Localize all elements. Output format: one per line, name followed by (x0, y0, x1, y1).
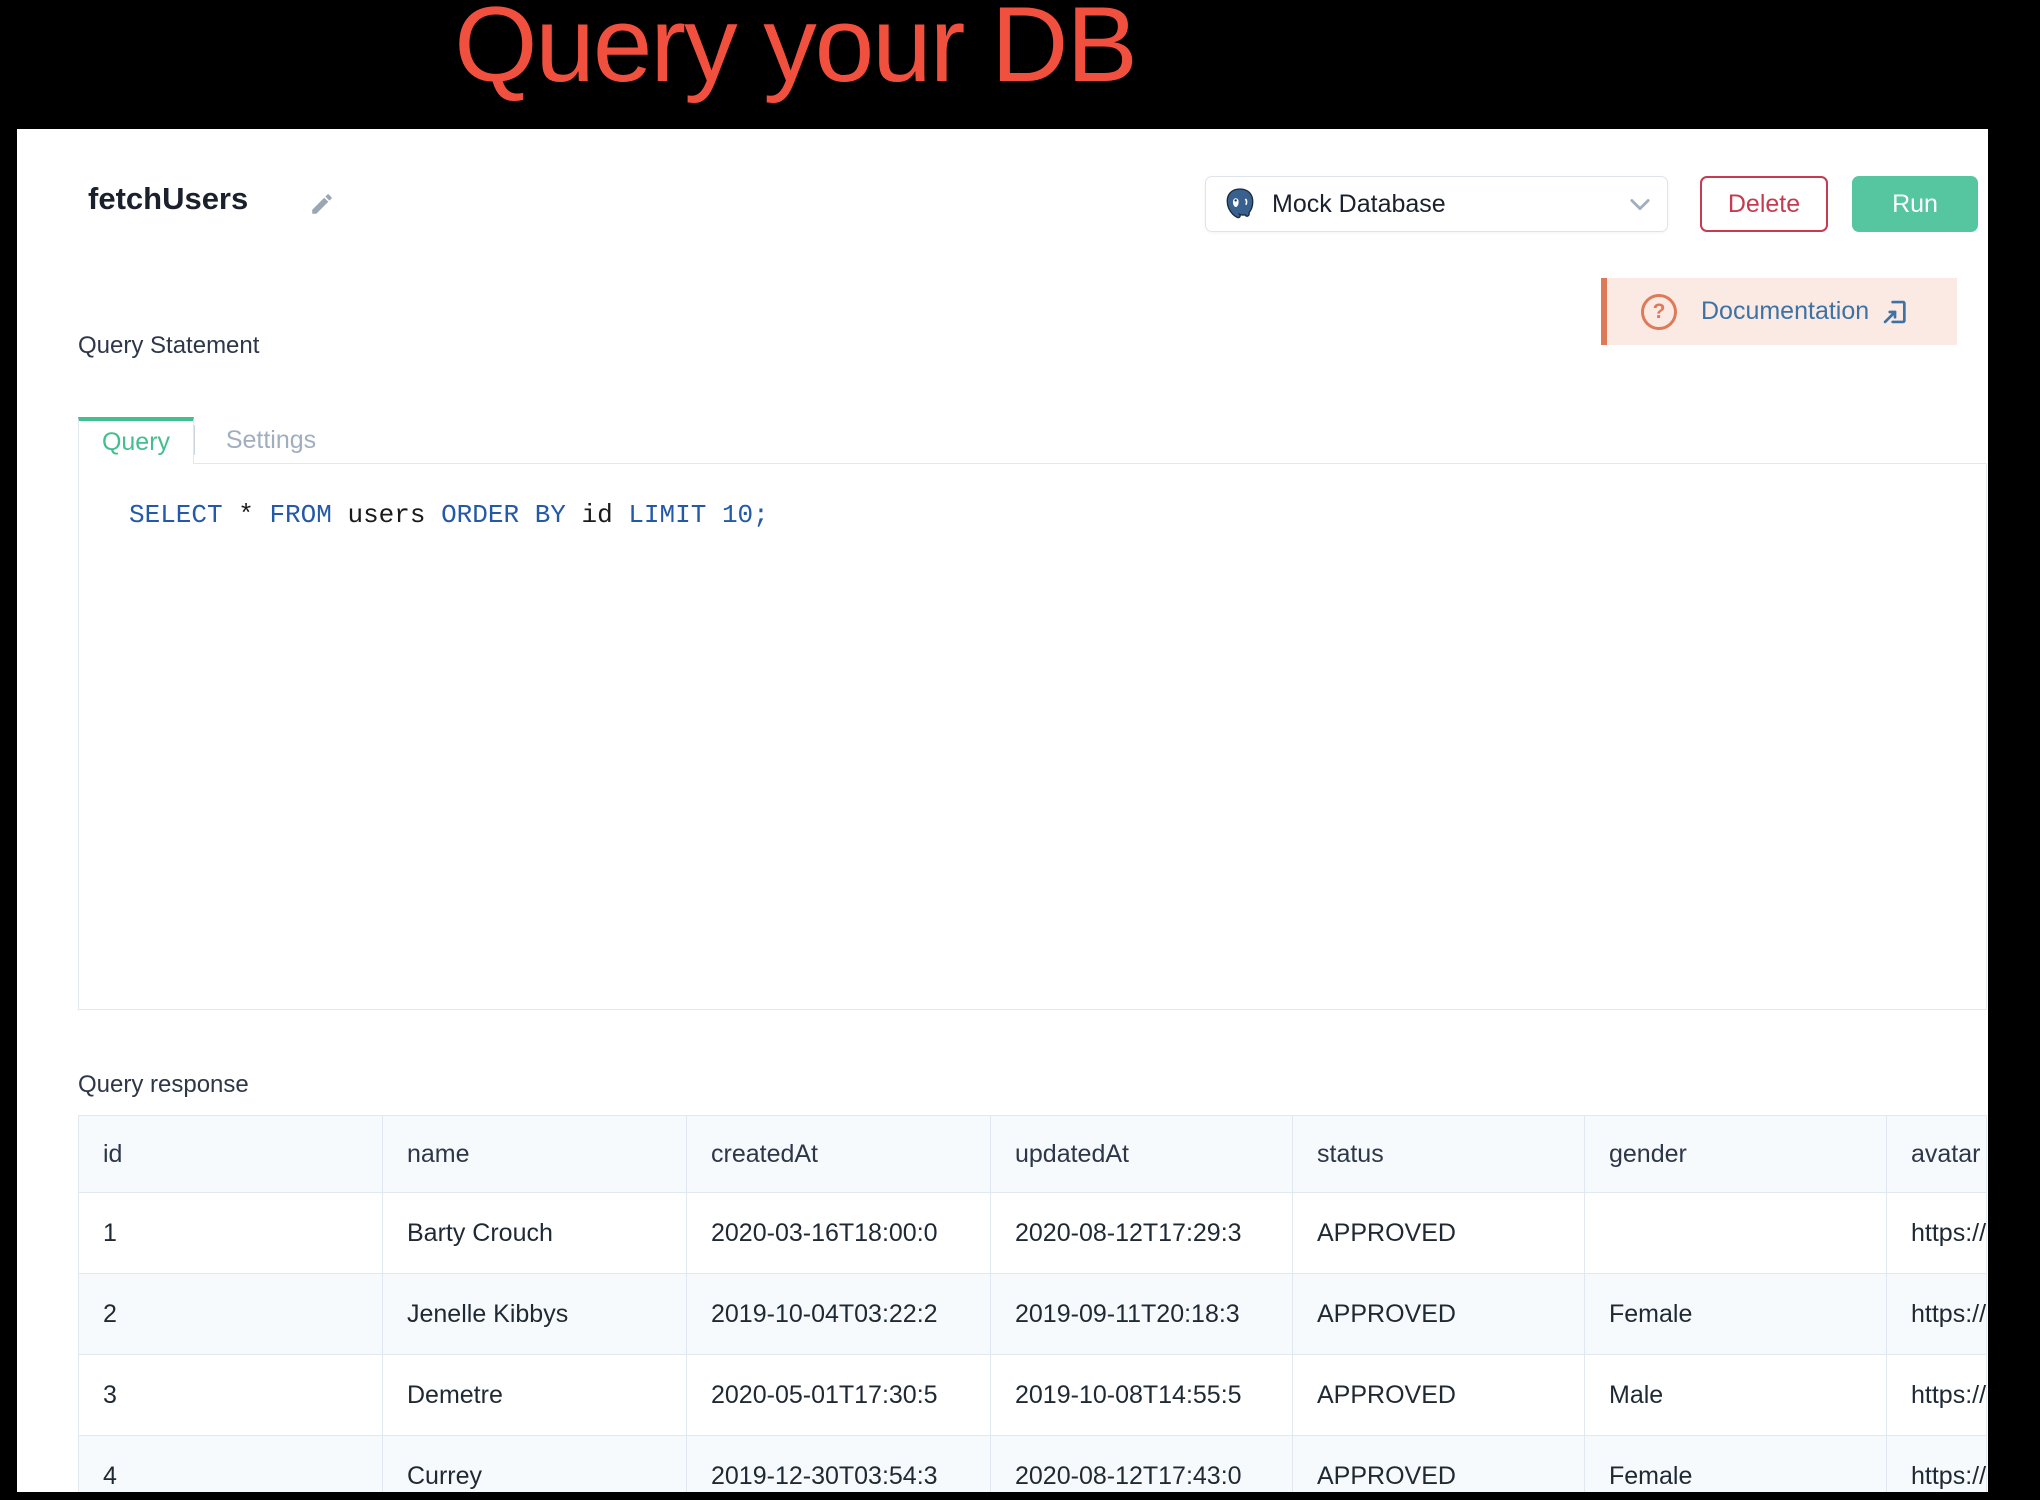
cell-updatedAt: 2020-08-12T17:29:3 (991, 1193, 1293, 1274)
datasource-selected-value: Mock Database (1272, 190, 1446, 219)
documentation-label: Documentation (1701, 297, 1869, 326)
cell-avatar: https:// (1887, 1355, 1987, 1436)
page-title: Query your DB (0, 0, 1590, 100)
query-name-title: fetchUsers (88, 181, 248, 217)
chevron-down-icon (1629, 197, 1651, 211)
cell-status: APPROVED (1293, 1274, 1585, 1355)
cell-name: Barty Crouch (383, 1193, 687, 1274)
cell-id: 2 (79, 1274, 383, 1355)
cell-gender (1585, 1193, 1887, 1274)
cell-name: Currey (383, 1436, 687, 1493)
cell-id: 3 (79, 1355, 383, 1436)
tab-settings-label: Settings (226, 426, 316, 455)
edit-query-name-icon[interactable] (309, 191, 335, 217)
tab-query-label: Query (102, 428, 170, 457)
column-header-createdAt: createdAt (687, 1116, 991, 1193)
table-row: 4Currey2019-12-30T03:54:32020-08-12T17:4… (79, 1436, 1987, 1493)
cell-updatedAt: 2019-10-08T14:55:5 (991, 1355, 1293, 1436)
column-header-id: id (79, 1116, 383, 1193)
table-row: 1Barty Crouch2020-03-16T18:00:02020-08-1… (79, 1193, 1987, 1274)
cell-gender: Male (1585, 1355, 1887, 1436)
cell-id: 1 (79, 1193, 383, 1274)
column-header-name: name (383, 1116, 687, 1193)
cell-status: APPROVED (1293, 1436, 1585, 1493)
cell-createdAt: 2019-12-30T03:54:3 (687, 1436, 991, 1493)
cell-status: APPROVED (1293, 1355, 1585, 1436)
run-button[interactable]: Run (1852, 176, 1978, 232)
cell-createdAt: 2019-10-04T03:22:2 (687, 1274, 991, 1355)
table-row: 2Jenelle Kibbys2019-10-04T03:22:22019-09… (79, 1274, 1987, 1355)
cell-updatedAt: 2020-08-12T17:43:0 (991, 1436, 1293, 1493)
query-response-label: Query response (78, 1071, 249, 1099)
column-header-avatar: avatar (1887, 1116, 1987, 1193)
table-header-row: idnamecreatedAtupdatedAtstatusgenderavat… (79, 1116, 1987, 1193)
column-header-gender: gender (1585, 1116, 1887, 1193)
cell-updatedAt: 2019-09-11T20:18:3 (991, 1274, 1293, 1355)
tab-divider (194, 425, 195, 455)
cell-avatar: https:// (1887, 1193, 1987, 1274)
question-circle-icon: ? (1641, 294, 1677, 330)
cell-avatar: https:// (1887, 1274, 1987, 1355)
cell-id: 4 (79, 1436, 383, 1493)
query-statement-label: Query Statement (78, 332, 259, 360)
table-row: 3Demetre2020-05-01T17:30:52019-10-08T14:… (79, 1355, 1987, 1436)
column-header-status: status (1293, 1116, 1585, 1193)
query-response-table: idnamecreatedAtupdatedAtstatusgenderavat… (78, 1115, 1987, 1492)
app-window: fetchUsers Mock Database Delete Run ? Do… (17, 129, 1988, 1492)
open-document-icon (1881, 298, 1909, 326)
cell-createdAt: 2020-05-01T17:30:5 (687, 1355, 991, 1436)
cell-gender: Female (1585, 1274, 1887, 1355)
cell-name: Jenelle Kibbys (383, 1274, 687, 1355)
documentation-accent-bar (1601, 278, 1607, 345)
tab-settings[interactable]: Settings (195, 417, 347, 463)
datasource-select[interactable]: Mock Database (1205, 176, 1668, 232)
cell-avatar: https:// (1887, 1436, 1987, 1493)
delete-button[interactable]: Delete (1700, 176, 1828, 232)
sql-editor[interactable]: SELECT * FROM users ORDER BY id LIMIT 10… (78, 463, 1987, 1010)
cell-status: APPROVED (1293, 1193, 1585, 1274)
sql-statement: SELECT * FROM users ORDER BY id LIMIT 10… (129, 500, 769, 530)
documentation-link[interactable]: ? Documentation (1601, 278, 1957, 345)
cell-name: Demetre (383, 1355, 687, 1436)
column-header-updatedAt: updatedAt (991, 1116, 1293, 1193)
postgresql-icon (1222, 186, 1258, 222)
cell-gender: Female (1585, 1436, 1887, 1493)
tab-query[interactable]: Query (78, 417, 194, 464)
cell-createdAt: 2020-03-16T18:00:0 (687, 1193, 991, 1274)
